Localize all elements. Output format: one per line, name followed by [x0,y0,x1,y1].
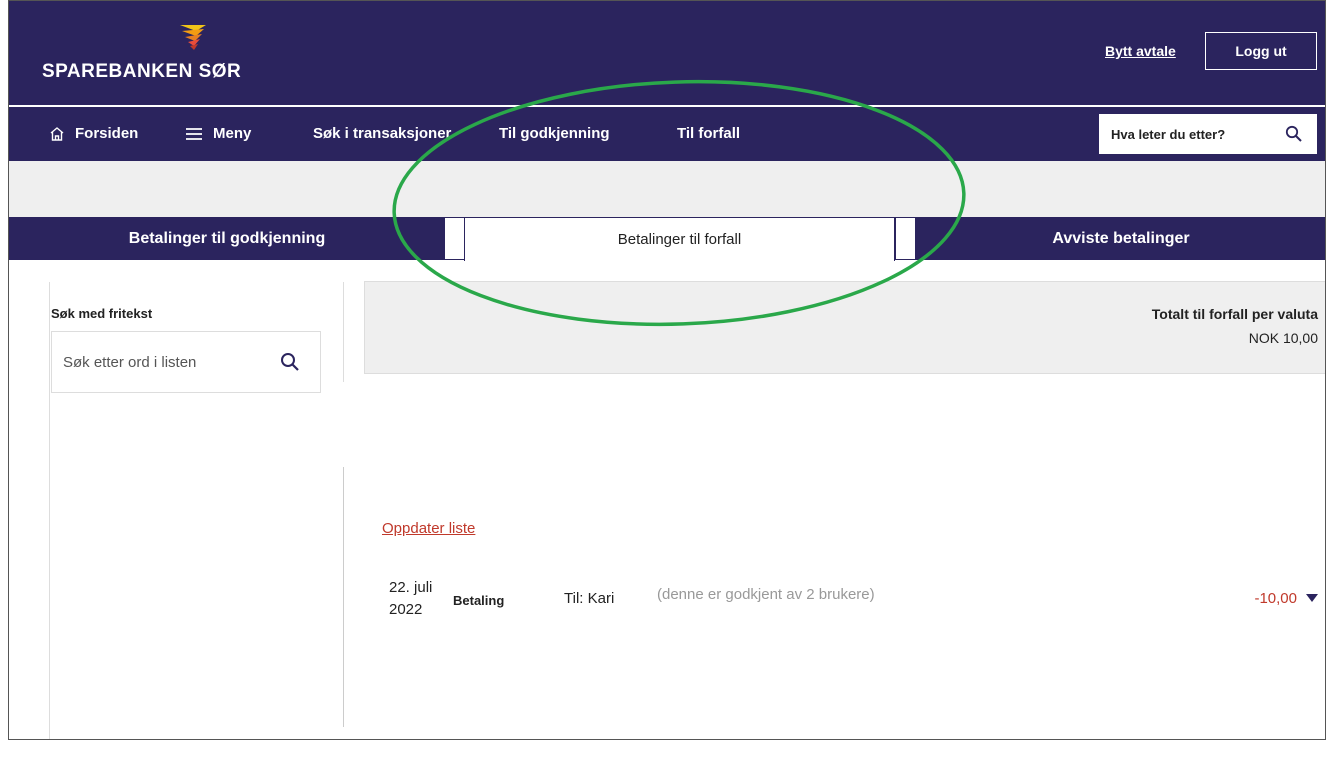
tab-rejected-payments-label: Avviste betalinger [1052,229,1190,247]
payment-type: Betaling [453,593,505,608]
logout-button[interactable]: Logg ut [1205,32,1317,70]
switch-agreement-link[interactable]: Bytt avtale [1105,43,1176,59]
freetext-search-label: Søk med fritekst [51,306,153,321]
global-search-input[interactable] [1109,125,1273,143]
global-search [1099,114,1317,154]
nav-menu-label: Meny [213,125,252,142]
payment-date: 22. juli 2022 [389,579,433,618]
tab-payments-to-approval-label: Betalinger til godkjenning [128,229,326,247]
home-icon [50,126,64,141]
annotation-ellipse [392,79,966,327]
logo-mark-icon [180,25,206,50]
hamburger-icon [186,127,202,140]
payment-recipient: Til: Kari [564,590,615,607]
payment-amount: -10,00 [1254,590,1297,607]
freetext-search [51,331,321,393]
nav-home[interactable]: Forsiden [49,125,138,142]
filter-panel-border-top [343,282,344,382]
chevron-down-icon[interactable] [1305,593,1319,603]
totals-title: Totalt til forfall per valuta [1151,306,1318,322]
freetext-search-input[interactable] [61,352,265,372]
tab-rejected-payments[interactable]: Avviste betalinger [915,217,1325,260]
search-icon[interactable] [1285,125,1303,143]
totals-value: NOK 10,00 [1248,330,1318,346]
search-icon[interactable] [280,352,300,372]
refresh-list-link[interactable]: Oppdater liste [382,520,475,537]
nav-menu[interactable]: Meny [185,125,251,142]
payment-note: (denne er godkjent av 2 brukere) [657,586,875,603]
tab-payments-to-approval[interactable]: Betalinger til godkjenning [9,217,445,260]
logo-text: SPAREBANKEN SØR [42,61,242,82]
filter-panel-border-bottom [343,467,344,727]
payment-row[interactable]: 22. juli 2022 Betaling Til: Kari (denne … [389,573,1319,633]
app-frame: SPAREBANKEN SØR Bytt avtale Logg ut Fors… [8,0,1326,740]
nav-home-label: Forsiden [75,125,139,142]
